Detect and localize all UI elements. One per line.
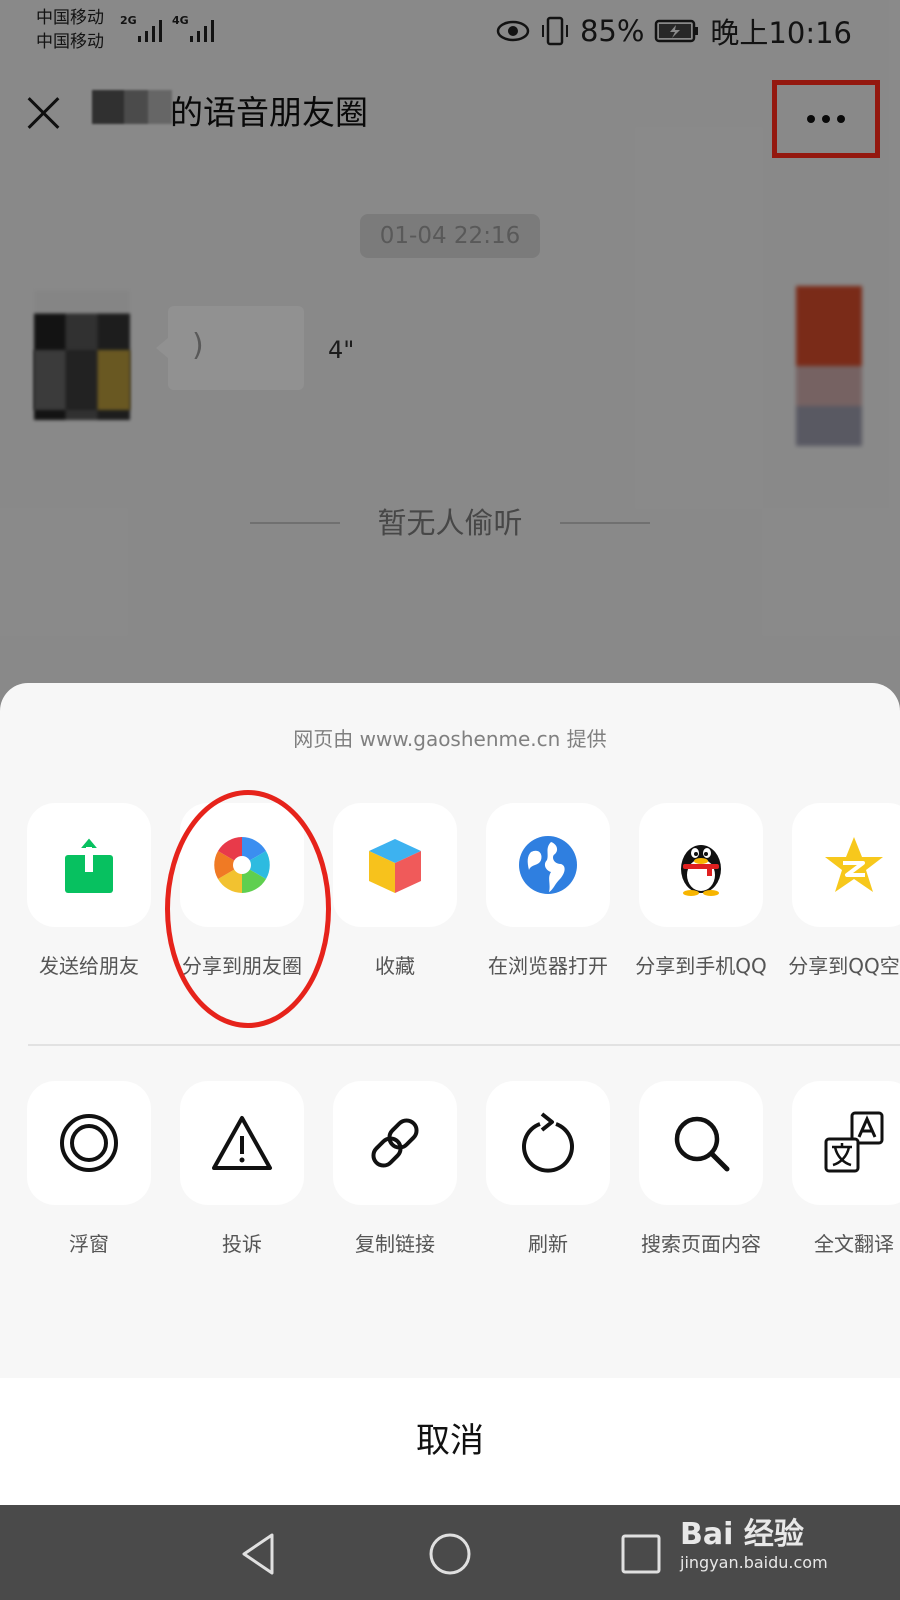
item-label: 投诉 bbox=[222, 1232, 262, 1256]
share-export-icon bbox=[65, 835, 113, 893]
home-circle-icon[interactable] bbox=[427, 1531, 473, 1577]
share-to-qzone-tile[interactable] bbox=[792, 803, 900, 927]
translate-icon bbox=[824, 1111, 884, 1173]
globe-icon bbox=[519, 836, 577, 894]
translate-tile[interactable] bbox=[792, 1081, 900, 1205]
watermark-url: jingyan.baidu.com bbox=[680, 1553, 828, 1572]
item-label: 分享到QQ空间 bbox=[788, 954, 900, 978]
tools-row: 浮窗 投诉 复制链接 刷新 搜索页面内容 全文翻译 bbox=[0, 1081, 900, 1321]
favorite-cube-icon bbox=[369, 839, 421, 893]
favorite-tile[interactable] bbox=[333, 803, 457, 927]
report-tile[interactable] bbox=[180, 1081, 304, 1205]
warning-icon bbox=[212, 1116, 272, 1170]
row-divider bbox=[28, 1044, 900, 1046]
item-label: 分享到手机QQ bbox=[635, 954, 767, 978]
search-page-tile[interactable] bbox=[639, 1081, 763, 1205]
highlight-annotation bbox=[165, 790, 331, 1028]
link-icon bbox=[371, 1118, 419, 1168]
share-to-qq-tile[interactable] bbox=[639, 803, 763, 927]
float-window-icon bbox=[60, 1114, 118, 1172]
refresh-icon bbox=[522, 1112, 574, 1173]
qzone-star-icon bbox=[825, 837, 883, 892]
item-label: 浮窗 bbox=[69, 1232, 109, 1256]
item-label: 复制链接 bbox=[355, 1232, 435, 1256]
item-label: 搜索页面内容 bbox=[641, 1232, 761, 1256]
send-to-friend-tile[interactable] bbox=[27, 803, 151, 927]
refresh-tile[interactable] bbox=[486, 1081, 610, 1205]
item-label: 发送给朋友 bbox=[39, 954, 139, 978]
item-label: 刷新 bbox=[528, 1232, 568, 1256]
back-triangle-icon[interactable] bbox=[236, 1531, 282, 1577]
share-action-sheet: 网页由 www.gaoshenme.cn 提供 发送给朋友 分享到朋友圈 收藏 … bbox=[0, 683, 900, 1505]
item-label: 收藏 bbox=[375, 954, 415, 978]
share-row: 发送给朋友 分享到朋友圈 收藏 在浏览器打开 分享到手机QQ 分享到QQ空 bbox=[0, 803, 900, 1043]
item-label: 全文翻译 bbox=[814, 1232, 894, 1256]
item-label: 在浏览器打开 bbox=[488, 954, 608, 978]
watermark-brand: Bai 经验 bbox=[680, 1517, 804, 1552]
system-nav-bar: Bai 经验 jingyan.baidu.com bbox=[0, 1505, 900, 1600]
open-in-browser-tile[interactable] bbox=[486, 803, 610, 927]
float-window-tile[interactable] bbox=[27, 1081, 151, 1205]
recents-square-icon[interactable] bbox=[618, 1531, 664, 1577]
copy-link-tile[interactable] bbox=[333, 1081, 457, 1205]
search-icon bbox=[674, 1116, 730, 1172]
provider-text: 网页由 www.gaoshenme.cn 提供 bbox=[293, 727, 607, 751]
baidu-watermark: Bai 经验 jingyan.baidu.com bbox=[680, 1517, 890, 1589]
qq-penguin-icon bbox=[681, 845, 721, 896]
cancel-button[interactable]: 取消 bbox=[0, 1378, 900, 1505]
